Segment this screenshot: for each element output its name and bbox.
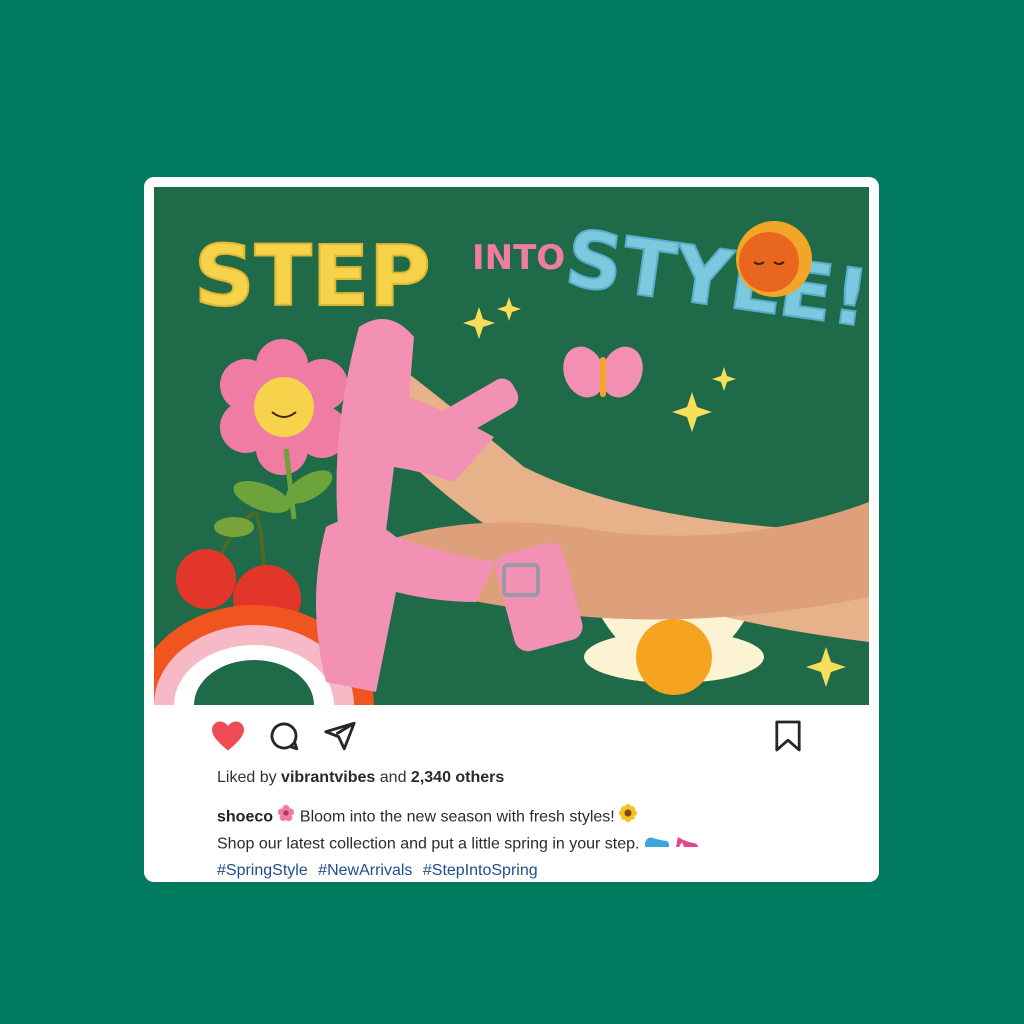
flat-shoe-emoji-icon: [644, 832, 670, 858]
hashtag-link[interactable]: #SpringStyle: [217, 862, 308, 879]
likes-prefix: Liked by: [217, 769, 277, 786]
post-caption: shoeco Bloom into the new season with fr…: [217, 804, 837, 884]
hashtag-list: #SpringStyle #NewArrivals #StepIntoSprin…: [217, 858, 837, 884]
post-card: STEP INTO STYLE! Liked by vibrantvibes a…: [144, 177, 879, 882]
caption-username[interactable]: shoeco: [217, 809, 273, 826]
post-actions-bar: [208, 717, 808, 755]
heart-filled-icon: [212, 721, 244, 751]
share-button[interactable]: [320, 717, 360, 755]
headline-into: INTO: [472, 238, 565, 278]
comment-button[interactable]: [264, 717, 304, 755]
sun-illustration: [736, 221, 812, 297]
like-button[interactable]: [208, 717, 248, 755]
save-button[interactable]: [768, 717, 808, 755]
hashtag-link[interactable]: #StepIntoSpring: [423, 862, 538, 879]
liked-by-user-link[interactable]: vibrantvibes: [281, 769, 375, 786]
comment-icon: [270, 722, 299, 751]
pink-flower-emoji-icon: [277, 804, 295, 831]
sunflower-emoji-icon: [619, 804, 638, 831]
bookmark-icon: [775, 720, 801, 752]
send-icon: [324, 721, 356, 751]
caption-line-2: Shop our latest collection and put a lit…: [217, 835, 640, 853]
hashtag-link[interactable]: #NewArrivals: [318, 862, 412, 879]
headline-step: STEP: [194, 227, 431, 325]
likes-count-link[interactable]: 2,340 others: [411, 769, 504, 786]
caption-line-1: Bloom into the new season with fresh sty…: [299, 808, 615, 826]
post-image[interactable]: STEP INTO STYLE!: [154, 187, 869, 705]
likes-middle: and: [379, 769, 407, 786]
high-heel-emoji-icon: [674, 831, 700, 858]
likes-summary: Liked by vibrantvibes and 2,340 others: [217, 769, 504, 787]
